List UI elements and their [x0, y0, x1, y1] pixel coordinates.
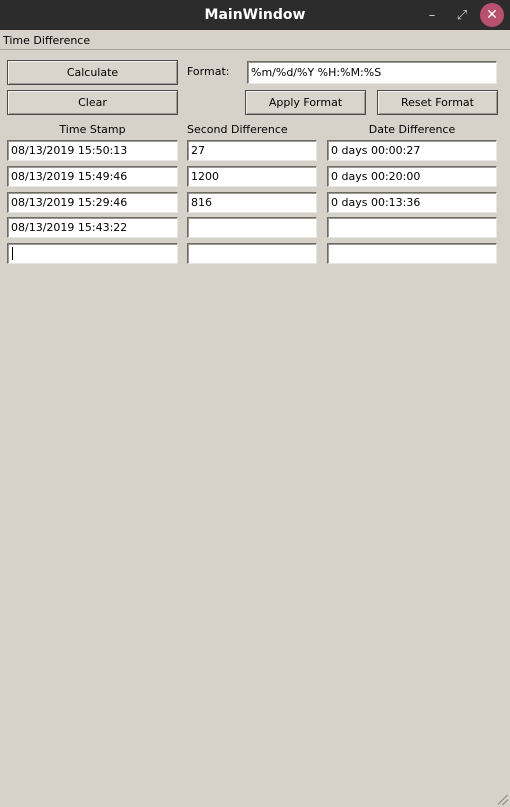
- close-icon[interactable]: ✕: [480, 3, 504, 27]
- seconds-field[interactable]: [187, 217, 317, 238]
- date-field[interactable]: 0 days 00:13:36: [327, 192, 497, 213]
- title-bar: MainWindow – ⤢ ✕: [0, 0, 510, 30]
- seconds-field[interactable]: 816: [187, 192, 317, 213]
- date-field[interactable]: [327, 217, 497, 238]
- maximize-icon[interactable]: ⤢: [450, 3, 474, 27]
- reset-format-button[interactable]: Reset Format: [377, 90, 498, 115]
- menu-bar: Time Difference: [0, 30, 510, 50]
- date-field[interactable]: 0 days 00:00:27: [327, 140, 497, 161]
- timestamp-field[interactable]: 08/13/2019 15:49:46: [7, 166, 178, 187]
- window-title: MainWindow: [204, 7, 306, 23]
- minimize-icon[interactable]: –: [420, 3, 444, 27]
- column-header-seconds: Second Difference: [187, 123, 288, 136]
- calculate-button[interactable]: Calculate: [7, 60, 178, 85]
- timestamp-field[interactable]: 08/13/2019 15:50:13: [7, 140, 178, 161]
- seconds-field[interactable]: [187, 243, 317, 264]
- text-caret: [12, 247, 13, 260]
- menu-item-time-difference[interactable]: Time Difference: [3, 34, 90, 47]
- date-field[interactable]: 0 days 00:20:00: [327, 166, 497, 187]
- seconds-field[interactable]: 1200: [187, 166, 317, 187]
- clear-button[interactable]: Clear: [7, 90, 178, 115]
- format-input[interactable]: %m/%d/%Y %H:%M:%S: [247, 61, 497, 84]
- resize-grip-icon[interactable]: [498, 795, 508, 805]
- column-header-date: Date Difference: [368, 123, 456, 136]
- seconds-field[interactable]: 27: [187, 140, 317, 161]
- column-header-timestamp: Time Stamp: [59, 123, 126, 136]
- format-label: Format:: [187, 65, 230, 78]
- timestamp-field[interactable]: 08/13/2019 15:29:46: [7, 192, 178, 213]
- date-field[interactable]: [327, 243, 497, 264]
- timestamp-field[interactable]: 08/13/2019 15:43:22: [7, 217, 178, 238]
- apply-format-button[interactable]: Apply Format: [245, 90, 366, 115]
- timestamp-field-active[interactable]: [7, 243, 178, 264]
